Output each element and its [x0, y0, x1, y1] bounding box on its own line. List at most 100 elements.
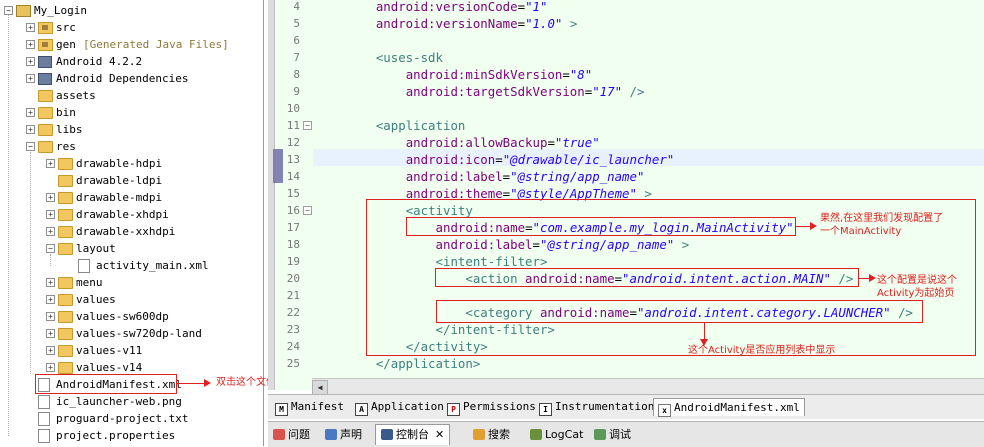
- tree-item[interactable]: + gen [Generated Java Files]: [0, 36, 260, 53]
- tree-item-label: layout: [76, 242, 116, 255]
- tab-console[interactable]: 控制台 ✕: [375, 424, 451, 445]
- tab-problems[interactable]: 问题: [273, 426, 310, 443]
- expand-icon[interactable]: +: [46, 329, 55, 338]
- line-number: 22: [286, 306, 300, 319]
- expand-icon[interactable]: +: [26, 40, 35, 49]
- folder-icon: [38, 124, 53, 136]
- tree-item[interactable]: proguard-project.txt: [0, 410, 260, 427]
- tree-item[interactable]: + values-sw720dp-land: [0, 325, 260, 342]
- line-number: 10: [286, 102, 300, 115]
- tab-application[interactable]: A Application: [355, 398, 444, 416]
- tab-permissions[interactable]: P Permissions: [447, 398, 536, 416]
- code-token: "17": [592, 84, 623, 99]
- tab-search[interactable]: 搜索: [473, 426, 510, 443]
- expand-icon[interactable]: +: [26, 74, 35, 83]
- tree-item[interactable]: + drawable-xxhdpi: [0, 223, 260, 240]
- folder-icon: [38, 107, 53, 119]
- tree-item[interactable]: + values-sw600dp: [0, 308, 260, 325]
- expand-icon[interactable]: +: [46, 312, 55, 321]
- tab-logcat[interactable]: LogCat: [530, 426, 583, 443]
- tree-item[interactable]: + drawable-mdpi: [0, 189, 260, 206]
- action-main-box: [435, 268, 859, 287]
- tree-item-label: drawable-mdpi: [76, 191, 163, 204]
- expand-icon[interactable]: +: [46, 210, 55, 219]
- problems-icon: [273, 429, 285, 440]
- library-icon: [38, 56, 52, 68]
- tree-item-label: values-sw600dp: [76, 310, 169, 323]
- tab-debug[interactable]: 调试: [594, 426, 631, 443]
- expand-icon[interactable]: +: [26, 23, 35, 32]
- line-number: 8: [293, 68, 300, 81]
- line-number: 11: [286, 119, 300, 132]
- folder-icon: [58, 243, 73, 255]
- code-token: <uses-sdk: [375, 50, 443, 65]
- tab-declaration[interactable]: 声明: [325, 426, 362, 443]
- tree-item[interactable]: + values: [0, 291, 260, 308]
- tree-item[interactable]: ic_launcher-web.png: [0, 393, 260, 410]
- declaration-icon: [325, 429, 337, 440]
- expand-icon[interactable]: +: [46, 193, 55, 202]
- fold-toggle-icon[interactable]: −: [303, 121, 312, 130]
- code-token: "1.0": [525, 16, 563, 31]
- folder-icon: [58, 277, 73, 289]
- tree-item[interactable]: + values-v11: [0, 342, 260, 359]
- tree-item-label: values: [76, 293, 116, 306]
- tree-item[interactable]: − res: [0, 138, 260, 155]
- file-icon: [38, 412, 50, 426]
- tree-item[interactable]: activity_main.xml: [0, 257, 260, 274]
- scroll-left-icon[interactable]: ◀: [312, 380, 328, 395]
- tree-item[interactable]: + bin: [0, 104, 260, 121]
- expand-icon[interactable]: +: [46, 346, 55, 355]
- expand-icon[interactable]: +: [46, 159, 55, 168]
- expand-icon[interactable]: +: [26, 57, 35, 66]
- line-number: 7: [293, 51, 300, 64]
- line-number: 23: [286, 323, 300, 336]
- line-number: 17: [286, 221, 300, 234]
- launcher-arrow: [700, 322, 708, 346]
- expand-icon[interactable]: +: [26, 125, 35, 134]
- tree-item-label: Android Dependencies: [56, 72, 189, 85]
- collapse-icon[interactable]: −: [46, 244, 55, 253]
- tree-item[interactable]: + Android 4.2.2: [0, 53, 260, 70]
- collapse-icon[interactable]: −: [4, 6, 13, 15]
- tree-item-label: libs: [56, 123, 83, 136]
- expand-icon[interactable]: +: [46, 227, 55, 236]
- tab-androidmanifest-source[interactable]: x AndroidManifest.xml: [653, 398, 805, 417]
- tree-item[interactable]: assets: [0, 87, 260, 104]
- tree-item[interactable]: + src: [0, 19, 260, 36]
- project-icon: [16, 5, 31, 17]
- code-token: =: [517, 0, 526, 14]
- line-number: 13: [286, 153, 300, 166]
- tree-item-label: drawable-hdpi: [76, 157, 163, 170]
- tree-item[interactable]: + drawable-hdpi: [0, 155, 260, 172]
- tree-item[interactable]: + libs: [0, 121, 260, 138]
- tree-item-label: drawable-xhdpi: [76, 208, 169, 221]
- tab-instrumentation[interactable]: I Instrumentation: [539, 398, 654, 416]
- expand-icon[interactable]: +: [46, 278, 55, 287]
- tree-item[interactable]: + Android Dependencies: [0, 70, 260, 87]
- tree-item[interactable]: project.properties: [0, 427, 260, 444]
- code-token: =: [547, 135, 555, 150]
- fold-toggle-icon[interactable]: −: [303, 206, 312, 215]
- line-number: 18: [286, 238, 300, 251]
- tree-item[interactable]: drawable-ldpi: [0, 172, 260, 189]
- tree-item[interactable]: + menu: [0, 274, 260, 291]
- tree-item[interactable]: + drawable-xhdpi: [0, 206, 260, 223]
- expand-icon[interactable]: +: [46, 295, 55, 304]
- start-page-annotation-2: Activity为起始页: [877, 288, 955, 299]
- folder-icon: [58, 192, 73, 204]
- expand-icon[interactable]: +: [26, 108, 35, 117]
- code-token: "@string/app_name": [510, 169, 645, 184]
- editor-horizontal-scrollbar[interactable]: ◀: [312, 378, 984, 395]
- close-icon[interactable]: ✕: [435, 428, 444, 441]
- collapse-icon[interactable]: −: [26, 142, 35, 151]
- code-token: />: [622, 84, 645, 99]
- file-icon: [38, 395, 50, 409]
- tree-item[interactable]: − layout: [0, 240, 260, 257]
- expand-icon[interactable]: +: [46, 363, 55, 372]
- tree-item[interactable]: − My_Login: [0, 2, 260, 19]
- tab-manifest[interactable]: M Manifest: [275, 398, 344, 416]
